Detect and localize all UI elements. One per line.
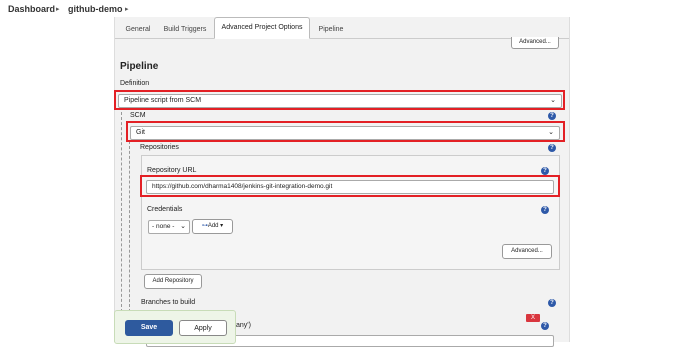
chevron-right-icon: ▸ (125, 6, 129, 13)
credentials-select[interactable]: - none - ⌄ (148, 220, 190, 234)
save-button[interactable]: Save (125, 320, 173, 336)
tree-line (129, 141, 130, 312)
definition-label: Definition (120, 80, 150, 87)
repository-url-highlight (140, 175, 560, 197)
pipeline-heading: Pipeline (120, 61, 159, 72)
help-icon[interactable]: ? (541, 206, 549, 214)
branches-label: Branches to build (141, 299, 196, 306)
help-icon[interactable]: ? (548, 299, 556, 307)
scm-highlight (126, 121, 565, 142)
tab-pipeline[interactable]: Pipeline (314, 21, 348, 38)
apply-button[interactable]: Apply (179, 320, 227, 336)
definition-highlight (114, 90, 565, 110)
chevron-down-icon: ▾ (218, 223, 224, 229)
add-label: Add (207, 223, 219, 229)
help-icon[interactable]: ? (541, 322, 549, 330)
tab-bar: General Build Triggers Advanced Project … (115, 17, 569, 39)
tab-general[interactable]: General (121, 21, 155, 38)
chevron-right-icon: ▸ (56, 6, 60, 13)
breadcrumb: Dashboard ▸ github-demo ▸ (0, 0, 681, 18)
credentials-value: - none - (152, 223, 175, 230)
remove-branch-button[interactable]: X (526, 314, 540, 322)
add-credentials-button[interactable]: ⊶Add ▾ (192, 219, 233, 234)
advanced-button[interactable]: Advanced... (502, 244, 552, 259)
tab-advanced-project-options[interactable]: Advanced Project Options (214, 17, 310, 39)
tab-build-triggers[interactable]: Build Triggers (159, 21, 211, 38)
help-icon[interactable]: ? (548, 112, 556, 120)
help-icon[interactable]: ? (541, 167, 549, 175)
repository-url-label: Repository URL (147, 167, 197, 174)
scm-label: SCM (130, 112, 146, 119)
chevron-down-icon: ⌄ (180, 223, 186, 230)
advanced-button-top[interactable]: Advanced... (511, 37, 559, 49)
help-icon[interactable]: ? (548, 144, 556, 152)
breadcrumb-dashboard[interactable]: Dashboard (8, 4, 55, 14)
breadcrumb-github-demo[interactable]: github-demo (68, 4, 123, 14)
repository-box (141, 155, 560, 270)
branches-partial-text: any') (236, 322, 251, 329)
tree-line (121, 112, 122, 312)
credentials-label: Credentials (147, 206, 183, 213)
repositories-label: Repositories (140, 144, 179, 151)
add-repository-button[interactable]: Add Repository (144, 274, 202, 289)
